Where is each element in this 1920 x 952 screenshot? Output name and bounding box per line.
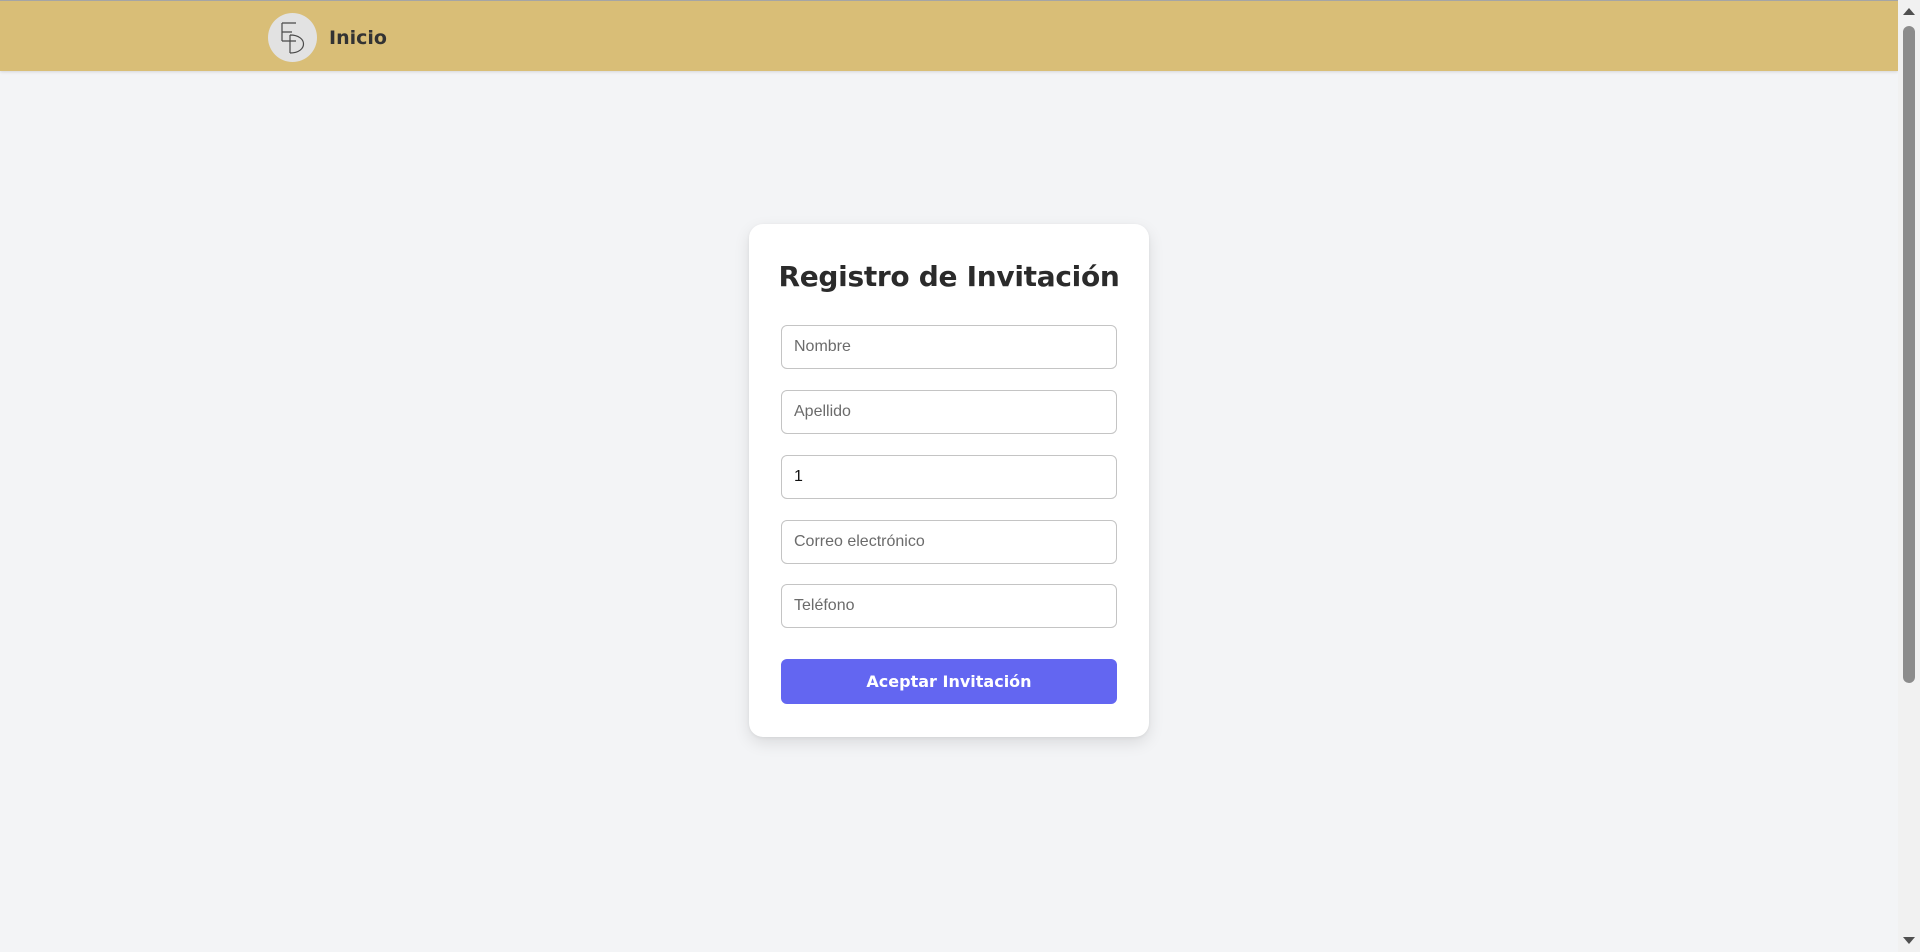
accept-invitation-button[interactable]: Aceptar Invitación <box>781 659 1117 704</box>
email-input[interactable] <box>781 520 1117 564</box>
first-name-input[interactable] <box>781 325 1117 369</box>
guest-count-input[interactable] <box>781 455 1117 499</box>
invitation-form-card: Registro de Invitación Aceptar Invitació… <box>749 224 1149 737</box>
scroll-up-arrow-icon[interactable] <box>1903 8 1915 15</box>
form-title: Registro de Invitación <box>778 260 1120 293</box>
home-link[interactable]: Inicio <box>268 13 387 62</box>
home-link-label: Inicio <box>329 26 387 49</box>
scroll-down-arrow-icon[interactable] <box>1903 937 1915 944</box>
scrollbar-thumb[interactable] <box>1903 26 1915 683</box>
monogram-logo-icon <box>268 13 317 62</box>
last-name-input[interactable] <box>781 390 1117 434</box>
top-navbar: Inicio <box>0 0 1898 71</box>
phone-input[interactable] <box>781 584 1117 628</box>
page-scrollbar[interactable] <box>1898 0 1920 952</box>
